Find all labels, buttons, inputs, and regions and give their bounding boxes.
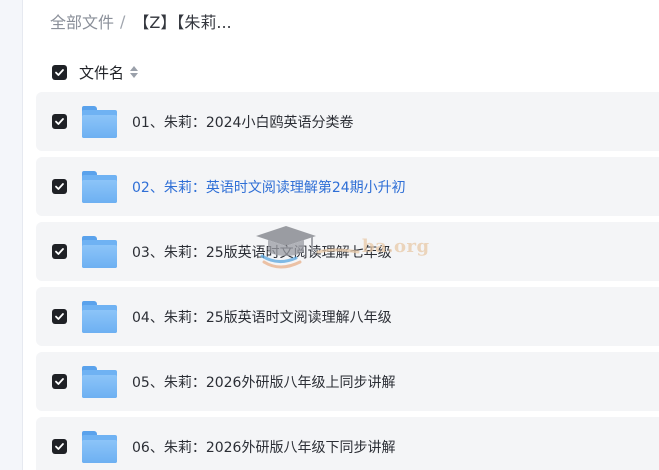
- check-icon: [55, 378, 64, 385]
- file-name-link[interactable]: 05、朱莉：2026外研版八年级上同步讲解: [132, 372, 395, 392]
- folder-icon: [81, 430, 117, 464]
- folder-icon: [81, 300, 117, 334]
- row-checkbox[interactable]: [52, 374, 67, 389]
- row-checkbox[interactable]: [52, 244, 67, 259]
- breadcrumb: 全部文件 / 【Z】【朱莉...: [50, 9, 232, 33]
- file-name-link[interactable]: 06、朱莉：2026外研版八年级下同步讲解: [132, 437, 395, 457]
- sort-updown-icon[interactable]: [130, 64, 139, 80]
- check-icon: [55, 248, 64, 255]
- breadcrumb-separator: /: [120, 11, 126, 31]
- check-icon: [55, 443, 64, 450]
- list-header: 文件名: [52, 61, 139, 83]
- file-row[interactable]: 03、朱莉：25版英语时文阅读理解七年级: [36, 222, 659, 281]
- row-checkbox[interactable]: [52, 179, 67, 194]
- check-icon: [55, 313, 64, 320]
- file-browser-page: 全部文件 / 【Z】【朱莉... 文件名 01、朱莉：2024小白鸥英语分类卷 0…: [0, 0, 659, 470]
- check-icon: [55, 183, 64, 190]
- select-all-checkbox[interactable]: [52, 64, 67, 80]
- file-name-link[interactable]: 02、朱莉：英语时文阅读理解第24期小升初: [132, 177, 406, 197]
- file-name-link[interactable]: 04、朱莉：25版英语时文阅读理解八年级: [132, 307, 392, 327]
- folder-icon: [81, 365, 117, 399]
- file-row[interactable]: 05、朱莉：2026外研版八年级上同步讲解: [36, 352, 659, 411]
- column-header-filename[interactable]: 文件名: [79, 62, 124, 83]
- file-list: 01、朱莉：2024小白鸥英语分类卷 02、朱莉：英语时文阅读理解第24期小升初 0…: [36, 92, 659, 470]
- folder-icon: [81, 170, 117, 204]
- breadcrumb-root-link[interactable]: 全部文件: [50, 9, 114, 33]
- row-checkbox[interactable]: [52, 309, 67, 324]
- file-row[interactable]: 06、朱莉：2026外研版八年级下同步讲解: [36, 417, 659, 470]
- file-row[interactable]: 04、朱莉：25版英语时文阅读理解八年级: [36, 287, 659, 346]
- check-icon: [55, 68, 64, 76]
- row-checkbox[interactable]: [52, 439, 67, 454]
- row-checkbox[interactable]: [52, 114, 67, 129]
- folder-icon: [81, 105, 117, 139]
- check-icon: [55, 118, 64, 125]
- file-name-link[interactable]: 01、朱莉：2024小白鸥英语分类卷: [132, 112, 353, 132]
- file-row[interactable]: 02、朱莉：英语时文阅读理解第24期小升初: [36, 157, 659, 216]
- breadcrumb-current-folder: 【Z】【朱莉...: [133, 13, 232, 32]
- file-row[interactable]: 01、朱莉：2024小白鸥英语分类卷: [36, 92, 659, 151]
- folder-icon: [81, 235, 117, 269]
- file-name-link[interactable]: 03、朱莉：25版英语时文阅读理解七年级: [132, 242, 392, 262]
